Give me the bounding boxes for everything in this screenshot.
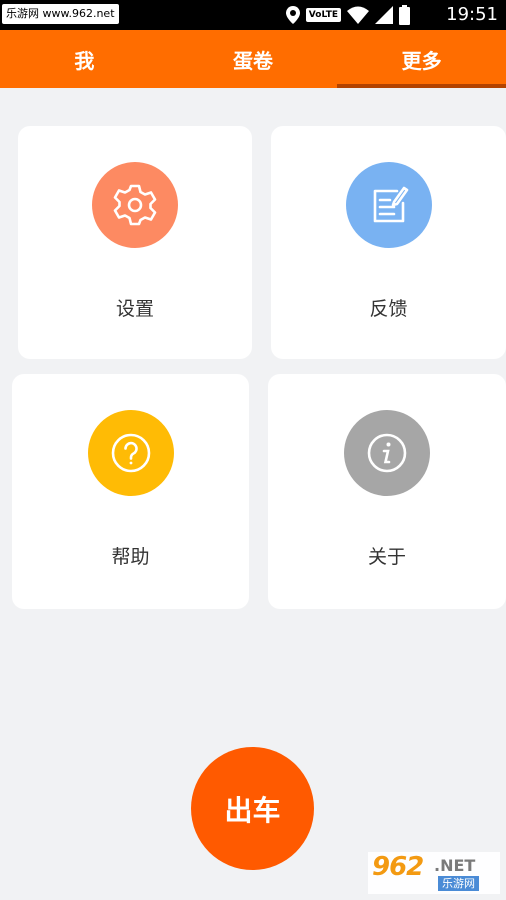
about-card[interactable]: 关于 (268, 374, 506, 609)
about-label: 关于 (367, 546, 406, 568)
tab-more[interactable]: 更多 (337, 30, 506, 88)
feedback-icon-circle (345, 162, 432, 248)
info-icon (367, 433, 407, 473)
settings-icon-circle (92, 162, 178, 248)
settings-card[interactable]: 设置 (18, 126, 252, 359)
tab-bar: 我 蛋卷 更多 (0, 30, 506, 88)
watermark-suffix: .NET (434, 856, 476, 875)
status-icons: VoLTE (285, 5, 410, 25)
watermark-logo: 962 .NET 乐游网 (368, 852, 500, 894)
tab-me[interactable]: 我 (0, 30, 169, 88)
help-label: 帮助 (111, 546, 150, 568)
volte-badge: VoLTE (305, 8, 341, 22)
status-time: 19:51 (446, 4, 498, 25)
settings-label: 设置 (115, 298, 154, 320)
status-bar: 乐游网 www.962.net VoLTE 19:51 (0, 0, 506, 30)
tab-danjuan[interactable]: 蛋卷 (169, 30, 338, 88)
feedback-card[interactable]: 反馈 (271, 126, 506, 359)
location-icon (285, 6, 300, 24)
go-button[interactable]: 出车 (191, 747, 314, 870)
gear-icon (113, 184, 157, 226)
help-card[interactable]: 帮助 (12, 374, 249, 609)
watermark-text: 乐游网 (438, 876, 479, 891)
battery-icon (399, 5, 410, 25)
wifi-icon (347, 6, 369, 24)
question-icon (111, 433, 150, 473)
note-pencil-icon (373, 186, 408, 223)
about-icon-circle (344, 410, 430, 496)
watermark-number: 962 (372, 852, 424, 882)
help-icon-circle (87, 410, 174, 496)
watermark-label: 乐游网 www.962.net (2, 4, 119, 24)
signal-icon (375, 6, 393, 24)
feedback-label: 反馈 (369, 298, 408, 320)
